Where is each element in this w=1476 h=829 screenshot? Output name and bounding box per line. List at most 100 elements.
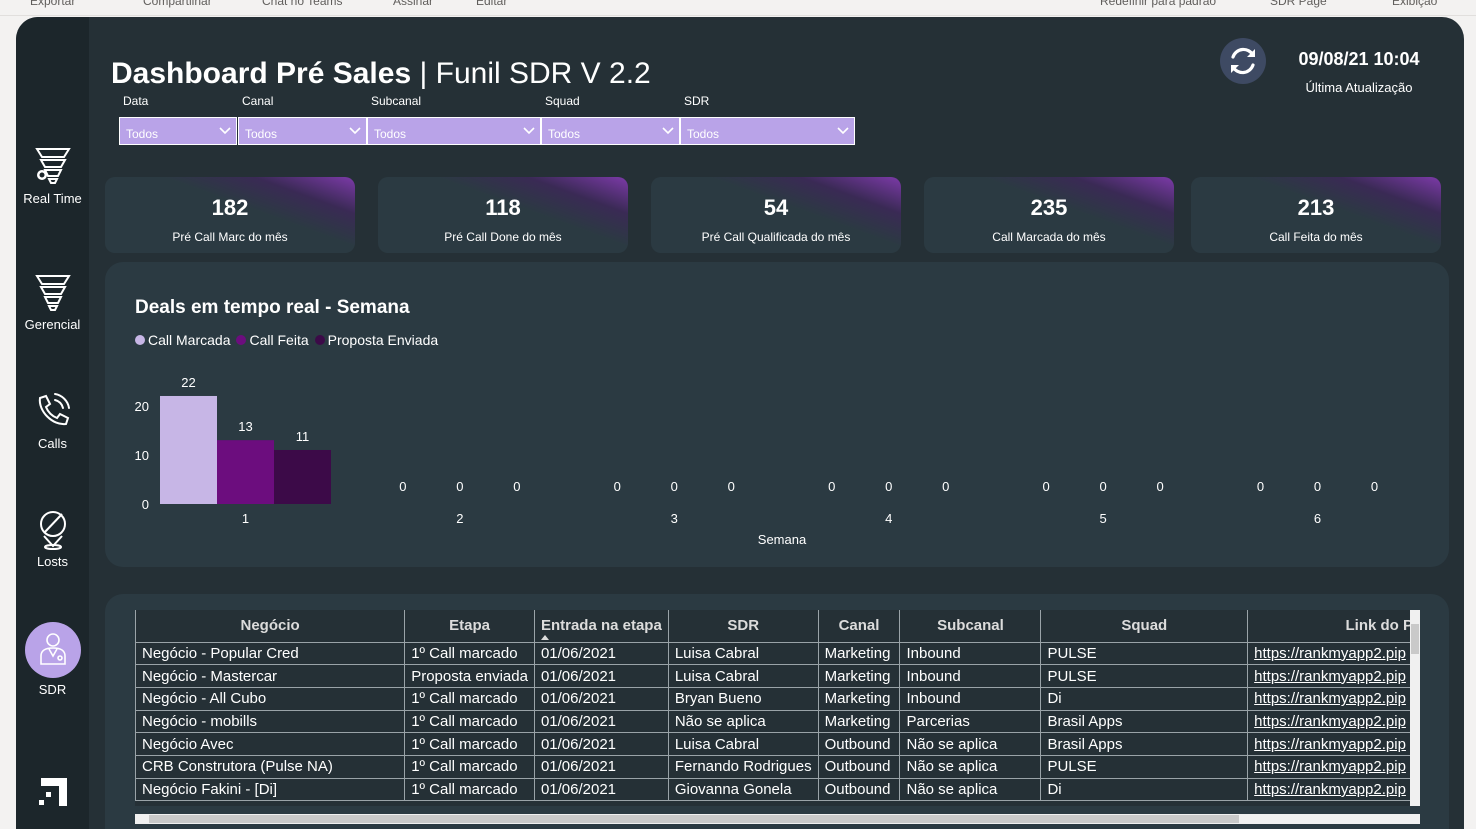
filter-squad-dropdown[interactable]: Todos bbox=[541, 117, 680, 145]
y-tick-label: 20 bbox=[135, 399, 149, 414]
data-label: 0 bbox=[614, 479, 621, 494]
table-cell: 1º Call marcado bbox=[404, 777, 535, 802]
table-cell: Marketing bbox=[817, 664, 901, 688]
column-header[interactable]: Squad bbox=[1040, 610, 1249, 643]
table-row[interactable]: Negócio - mobills 1º Call marcado 01/06/20… bbox=[135, 709, 1420, 734]
data-label: 0 bbox=[456, 479, 463, 494]
filter-data-dropdown[interactable]: Todos bbox=[119, 117, 237, 145]
kpi-card-pre-call-marc: 182 Pré Call Marc do mês bbox=[105, 177, 355, 253]
subscribe-button[interactable]: Assinar bbox=[393, 0, 433, 8]
table-cell: Fernando Rodrigues bbox=[667, 754, 819, 779]
deals-table: Negócio Etapa Entrada na etapa SDR Canal Subc… bbox=[135, 610, 1420, 802]
nav-real-time[interactable]: Real Time bbox=[16, 145, 89, 206]
table-row[interactable]: Negócio - All Cubo 1º Call marcado 01/06/2… bbox=[135, 686, 1420, 711]
column-header[interactable]: Link do P bbox=[1247, 610, 1420, 643]
pipedrive-link[interactable]: https://rankmyapp2.pip bbox=[1247, 709, 1420, 734]
column-header[interactable]: Canal bbox=[817, 610, 901, 643]
chevron-down-icon bbox=[523, 127, 535, 135]
kpi-value: 235 bbox=[1030, 195, 1068, 220]
filter-label-sdr: SDR bbox=[684, 94, 710, 108]
data-label: 0 bbox=[671, 479, 678, 494]
table-cell: 01/06/2021 bbox=[533, 664, 669, 688]
nav-sdr[interactable]: SDR bbox=[16, 622, 89, 697]
filter-label-subcanal: Subcanal bbox=[371, 94, 422, 108]
table-cell: 01/06/2021 bbox=[533, 686, 669, 711]
bar[interactable] bbox=[274, 449, 331, 504]
table-cell: Inbound bbox=[899, 641, 1042, 666]
table-cell: Marketing bbox=[817, 686, 901, 711]
table-cell: CRB Construtora (Pulse NA) bbox=[135, 754, 406, 779]
column-header[interactable]: Subcanal bbox=[899, 610, 1042, 643]
export-button[interactable]: Exportar bbox=[30, 0, 75, 8]
nav-label: Real Time bbox=[23, 191, 82, 206]
pipedrive-link[interactable]: https://rankmyapp2.pip bbox=[1247, 732, 1420, 756]
column-header[interactable]: SDR bbox=[667, 610, 819, 643]
kpi-value: 118 bbox=[485, 195, 521, 220]
table-cell: Outbound bbox=[817, 732, 901, 756]
sort-ascending-icon bbox=[540, 634, 549, 640]
last-update-date: 09/08/21 10:04 bbox=[1298, 49, 1420, 69]
page-selector[interactable]: SDR Page bbox=[1270, 0, 1327, 8]
kpi-card-pre-call-done: 118 Pré Call Done do mês bbox=[378, 177, 628, 253]
kpi-value: 54 bbox=[763, 195, 789, 220]
table-row[interactable]: Negócio - Mastercar Proposta enviada 01/06… bbox=[135, 664, 1420, 688]
table-row[interactable]: CRB Construtora (Pulse NA) 1º Call marcad… bbox=[135, 754, 1420, 779]
nav-gerencial[interactable]: Gerencial bbox=[16, 273, 89, 332]
page-title: Dashboard Pré Sales | Funil SDR V 2.2 bbox=[111, 57, 651, 91]
pipedrive-link[interactable]: https://rankmyapp2.pip bbox=[1247, 777, 1420, 802]
table-cell: 1º Call marcado bbox=[404, 709, 535, 734]
page-title-sub: Funil SDR V 2.2 bbox=[435, 57, 651, 90]
filter-canal-dropdown[interactable]: Todos bbox=[238, 117, 367, 145]
filter-label-canal: Canal bbox=[242, 94, 274, 108]
nav-sdr-active-indicator bbox=[24, 622, 81, 678]
nav-losts[interactable]: Losts bbox=[16, 508, 89, 569]
data-label: 0 bbox=[942, 479, 949, 494]
phone-call-icon bbox=[38, 393, 70, 426]
funnel-realtime-icon bbox=[34, 148, 71, 184]
bar[interactable] bbox=[160, 395, 217, 504]
reset-default-button[interactable]: Redefinir para padrão bbox=[1100, 0, 1216, 8]
refresh-button[interactable] bbox=[1220, 38, 1266, 84]
table-cell: Bryan Bueno bbox=[667, 686, 819, 711]
table-row[interactable]: Negócio Avec 1º Call marcado 01/06/2021 Lui… bbox=[135, 732, 1420, 756]
table-cell: Negócio - Popular Cred bbox=[135, 641, 406, 666]
pipedrive-link[interactable]: https://rankmyapp2.pip bbox=[1247, 686, 1420, 711]
data-label: 0 bbox=[399, 479, 406, 494]
table-row[interactable]: Negócio - Popular Cred 1º Call marcado 01/… bbox=[135, 641, 1420, 666]
column-header[interactable]: Entrada na etapa bbox=[533, 610, 669, 643]
y-tick-label: 10 bbox=[135, 448, 149, 463]
filter-label-squad: Squad bbox=[545, 94, 580, 108]
table-cell: Negócio Fakini - [Di] bbox=[135, 777, 406, 802]
pipedrive-link[interactable]: https://rankmyapp2.pip bbox=[1247, 664, 1420, 688]
x-tick-label: 5 bbox=[1099, 511, 1106, 526]
table-cell: PULSE bbox=[1040, 664, 1249, 688]
pipedrive-link[interactable]: https://rankmyapp2.pip bbox=[1247, 754, 1420, 779]
pipedrive-link[interactable]: https://rankmyapp2.pip bbox=[1247, 641, 1420, 666]
table-row[interactable]: Negócio Fakini - [Di] 1º Call marcado 01/0… bbox=[135, 777, 1420, 802]
column-header[interactable]: Etapa bbox=[404, 610, 535, 643]
share-button[interactable]: Compartilhar bbox=[143, 0, 212, 8]
teams-chat-button[interactable]: Chat no Teams bbox=[262, 0, 343, 8]
table-horizontal-scrollbar[interactable] bbox=[135, 814, 1420, 824]
table-cell: 01/06/2021 bbox=[533, 732, 669, 756]
table-cell: Di bbox=[1040, 686, 1249, 711]
kpi-card-call-marcada: 235 Call Marcada do mês bbox=[924, 177, 1174, 253]
table-cell: 1º Call marcado bbox=[404, 732, 535, 756]
data-label: 13 bbox=[238, 419, 252, 434]
table-cell: Outbound bbox=[817, 777, 901, 802]
scrollbar-thumb[interactable] bbox=[149, 815, 1239, 823]
filter-subcanal-dropdown[interactable]: Todos bbox=[367, 117, 541, 145]
column-header[interactable]: Negócio bbox=[135, 610, 406, 643]
nav-calls[interactable]: Calls bbox=[16, 390, 89, 451]
scrollbar-thumb[interactable] bbox=[1411, 624, 1419, 654]
table-cell: PULSE bbox=[1040, 641, 1249, 666]
table-cell: Inbound bbox=[899, 686, 1042, 711]
view-button[interactable]: Exibição bbox=[1392, 0, 1437, 8]
table-vertical-scrollbar[interactable] bbox=[1410, 610, 1420, 806]
table-cell: 1º Call marcado bbox=[404, 641, 535, 666]
bar[interactable] bbox=[217, 440, 274, 504]
table-cell: Luisa Cabral bbox=[667, 664, 819, 688]
edit-button[interactable]: Editar bbox=[476, 0, 507, 8]
filter-sdr-dropdown[interactable]: Todos bbox=[680, 117, 855, 145]
app-logo bbox=[16, 772, 89, 816]
